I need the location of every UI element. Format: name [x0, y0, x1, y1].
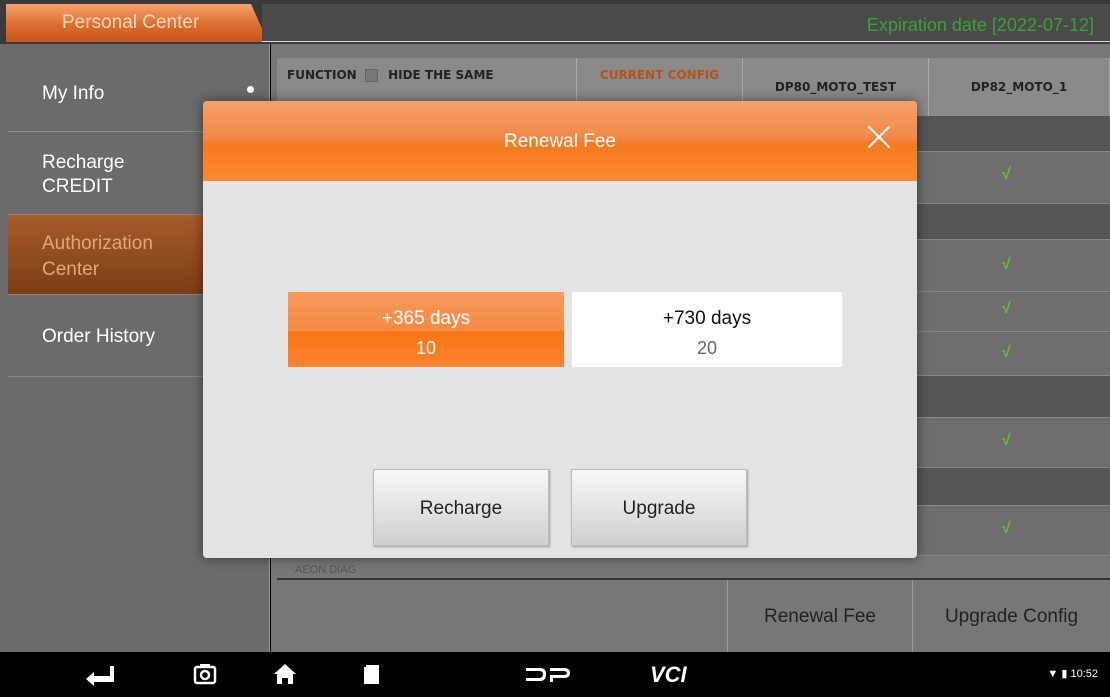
- hide-same-checkbox[interactable]: [364, 69, 378, 82]
- hide-same-label: HIDE THE SAME: [388, 68, 494, 82]
- home-icon[interactable]: [270, 652, 300, 697]
- check-mark: √: [1002, 300, 1011, 317]
- renewal-fee-dialog: Renewal Fee +365 days 10 +730 days 20 Re…: [203, 101, 917, 558]
- option-days: +730 days: [662, 308, 752, 329]
- sidebar-item-label: My Info: [42, 83, 105, 104]
- check-mark: √: [1002, 344, 1011, 361]
- camera-icon[interactable]: [190, 652, 220, 697]
- option-price: 20: [696, 338, 718, 358]
- dialog-title: Renewal Fee: [504, 131, 616, 152]
- sidebar-item-label: Order History: [42, 326, 155, 347]
- upgrade-button[interactable]: Upgrade: [571, 469, 747, 546]
- check-mark: √: [1002, 520, 1011, 537]
- close-icon[interactable]: [867, 125, 891, 149]
- wifi-icon: ▼: [1047, 668, 1059, 680]
- sidebar-item-label: Recharge CREDIT: [42, 152, 125, 197]
- dp-logo-icon[interactable]: [522, 652, 572, 697]
- back-icon[interactable]: [80, 652, 120, 697]
- notification-dot: [247, 86, 254, 93]
- recent-apps-icon[interactable]: [357, 652, 387, 697]
- clock-time: 10:52: [1070, 668, 1098, 680]
- th-dp82-moto-1: DP82_MOTO_1: [929, 58, 1110, 116]
- check-mark: √: [1002, 256, 1011, 273]
- partial-row-label: AEON DIAG: [295, 564, 357, 576]
- tab-bar-right: Expiration date [2022-07-12]: [262, 4, 1110, 42]
- dialog-header: Renewal Fee: [203, 101, 917, 181]
- renewal-fee-button[interactable]: Renewal Fee: [727, 580, 912, 654]
- bottom-action-bar: Renewal Fee Upgrade Config: [277, 578, 1110, 654]
- option-price: 10: [415, 338, 437, 358]
- sidebar-item-label: Authorization Center: [42, 233, 153, 280]
- battery-icon: ▮: [1061, 668, 1068, 680]
- status-indicators: ▼ ▮ 10:52: [1047, 667, 1098, 680]
- expiration-date: Expiration date [2022-07-12]: [866, 15, 1094, 35]
- renewal-option-365[interactable]: +365 days 10: [288, 292, 564, 367]
- th-function-label: FUNCTION: [287, 68, 357, 82]
- check-mark: √: [1002, 166, 1011, 183]
- option-days: +365 days: [381, 308, 471, 329]
- renewal-option-730[interactable]: +730 days 20: [572, 292, 842, 367]
- tab-personal-center[interactable]: Personal Center: [6, 4, 268, 42]
- upgrade-config-button[interactable]: Upgrade Config: [912, 580, 1110, 654]
- check-mark: √: [1002, 432, 1011, 449]
- top-bar: Personal Center Expiration date [2022-07…: [0, 0, 1110, 44]
- system-nav-bar: VCI ▼ ▮ 10:52: [0, 652, 1110, 697]
- vci-button[interactable]: VCI: [650, 652, 710, 697]
- recharge-button[interactable]: Recharge: [373, 469, 549, 546]
